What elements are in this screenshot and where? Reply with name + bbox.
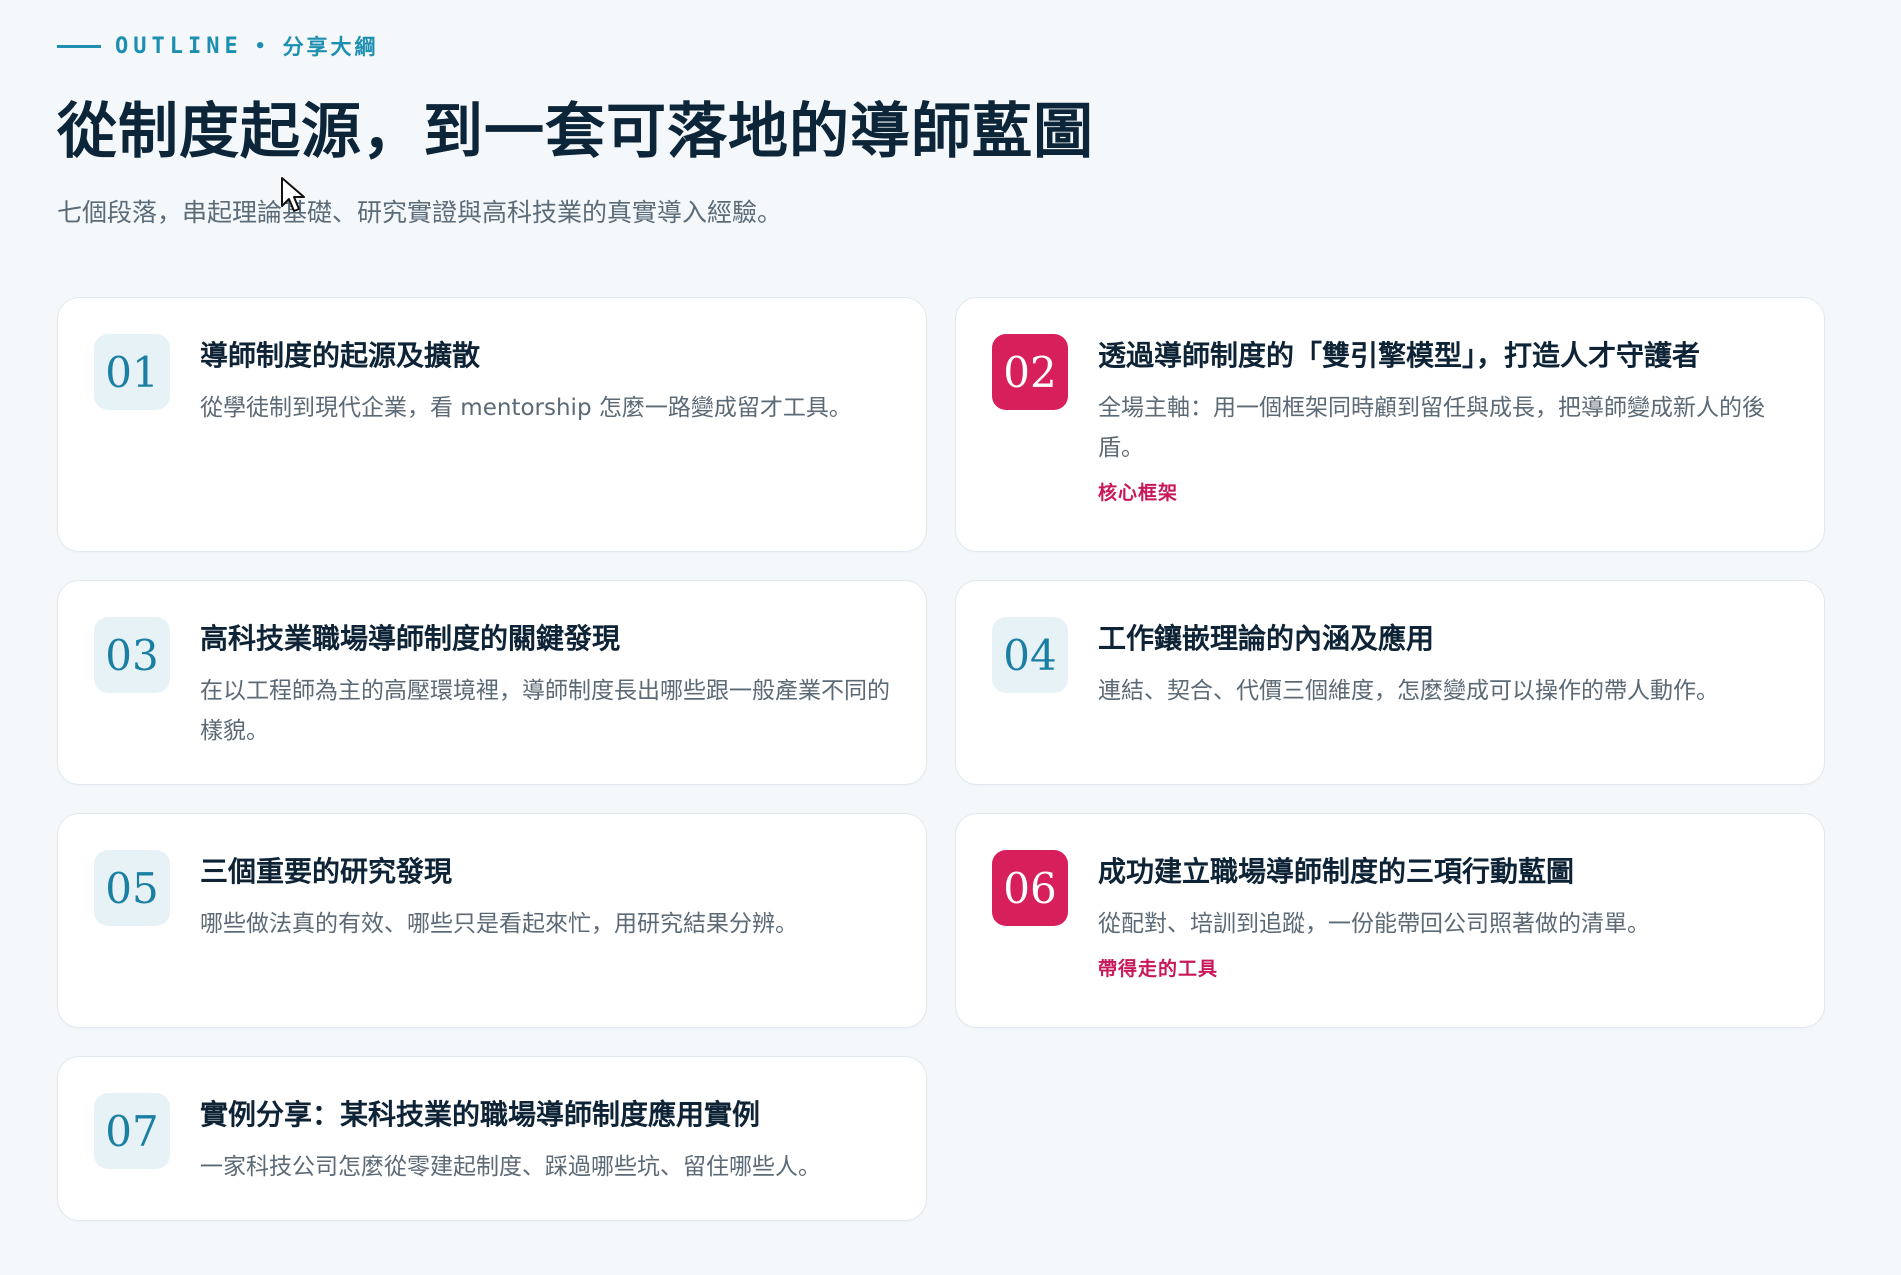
outline-card-01: 01 導師制度的起源及擴散 從學徒制到現代企業，看 mentorship 怎麼一…: [57, 297, 927, 552]
section-title: 高科技業職場導師制度的關鍵發現: [200, 622, 621, 655]
outline-card-05: 05 三個重要的研究發現 哪些做法真的有效、哪些只是看起來忙，用研究結果分辨。: [57, 813, 927, 1028]
section-number-badge: 03: [94, 617, 170, 693]
section-title: 導師制度的起源及擴散: [200, 339, 481, 372]
section-description: 哪些做法真的有效、哪些只是看起來忙，用研究結果分辨。: [200, 911, 798, 937]
section-number-badge: 05: [94, 850, 170, 926]
section-description: 從配對、培訓到追蹤，一份能帶回公司照著做的清單。: [1098, 911, 1650, 937]
section-description: 一家科技公司怎麼從零建起制度、踩過哪些坑、留住哪些人。: [200, 1154, 821, 1180]
eyebrow-separator: •: [254, 35, 271, 57]
section-title: 實例分享：某科技業的職場導師制度應用實例: [200, 1098, 761, 1131]
card-body: 透過導師制度的「雙引擎模型」，打造人才守護者 全場主軸：用一個框架同時顧到留任與…: [1098, 334, 1788, 505]
card-body: 工作鑲嵌理論的內涵及應用 連結、契合、代價三個維度，怎麼變成可以操作的帶人動作。: [1098, 617, 1788, 711]
page-title: 從制度起源，到一套可落地的導師藍圖: [57, 97, 1094, 167]
section-title: 三個重要的研究發現: [200, 855, 453, 888]
outline-card-04: 04 工作鑲嵌理論的內涵及應用 連結、契合、代價三個維度，怎麼變成可以操作的帶人…: [955, 580, 1825, 785]
section-description: 全場主軸：用一個框架同時顧到留任與成長，把導師變成新人的後盾。: [1098, 395, 1765, 461]
card-body: 高科技業職場導師制度的關鍵發現 在以工程師為主的高壓環境裡，導師制度長出哪些跟一…: [200, 617, 890, 751]
eyebrow-rule: [57, 44, 101, 48]
section-title: 成功建立職場導師制度的三項行動藍圖: [1098, 855, 1575, 888]
outline-grid: 01 導師制度的起源及擴散 從學徒制到現代企業，看 mentorship 怎麼一…: [57, 297, 1827, 1221]
page-subtitle: 七個段落，串起理論基礎、研究實證與高科技業的真實導入經驗。: [57, 198, 783, 227]
section-number-badge: 01: [94, 334, 170, 410]
section-tag: 核心框架: [1098, 482, 1179, 504]
mouse-pointer-icon: [281, 177, 305, 212]
section-tag: 帶得走的工具: [1098, 958, 1219, 980]
section-description: 從學徒制到現代企業，看 mentorship 怎麼一路變成留才工具。: [200, 395, 852, 421]
card-body: 三個重要的研究發現 哪些做法真的有效、哪些只是看起來忙，用研究結果分辨。: [200, 850, 890, 944]
section-number-badge: 06: [992, 850, 1068, 926]
section-description: 在以工程師為主的高壓環境裡，導師制度長出哪些跟一般產業不同的樣貌。: [200, 678, 890, 744]
card-body: 實例分享：某科技業的職場導師制度應用實例 一家科技公司怎麼從零建起制度、踩過哪些…: [200, 1093, 890, 1187]
eyebrow-sublabel: 分享大綱: [282, 35, 379, 59]
outline-page: OUTLINE • 分享大綱 從制度起源，到一套可落地的導師藍圖 七個段落，串起…: [57, 30, 1827, 1221]
card-body: 導師制度的起源及擴散 從學徒制到現代企業，看 mentorship 怎麼一路變成…: [200, 334, 890, 428]
section-number-badge: 02: [992, 334, 1068, 410]
outline-card-06: 06 成功建立職場導師制度的三項行動藍圖 從配對、培訓到追蹤，一份能帶回公司照著…: [955, 813, 1825, 1028]
card-body: 成功建立職場導師制度的三項行動藍圖 從配對、培訓到追蹤，一份能帶回公司照著做的清…: [1098, 850, 1788, 981]
section-eyebrow: OUTLINE • 分享大綱: [57, 30, 1827, 62]
eyebrow-label: OUTLINE: [115, 33, 243, 59]
section-title: 工作鑲嵌理論的內涵及應用: [1098, 622, 1435, 655]
outline-card-07: 07 實例分享：某科技業的職場導師制度應用實例 一家科技公司怎麼從零建起制度、踩…: [57, 1056, 927, 1221]
section-title: 透過導師制度的「雙引擎模型」，打造人才守護者: [1098, 339, 1701, 372]
section-number-badge: 07: [94, 1093, 170, 1169]
outline-card-03: 03 高科技業職場導師制度的關鍵發現 在以工程師為主的高壓環境裡，導師制度長出哪…: [57, 580, 927, 785]
outline-card-02: 02 透過導師制度的「雙引擎模型」，打造人才守護者 全場主軸：用一個框架同時顧到…: [955, 297, 1825, 552]
section-description: 連結、契合、代價三個維度，怎麼變成可以操作的帶人動作。: [1098, 678, 1719, 704]
section-number-badge: 04: [992, 617, 1068, 693]
